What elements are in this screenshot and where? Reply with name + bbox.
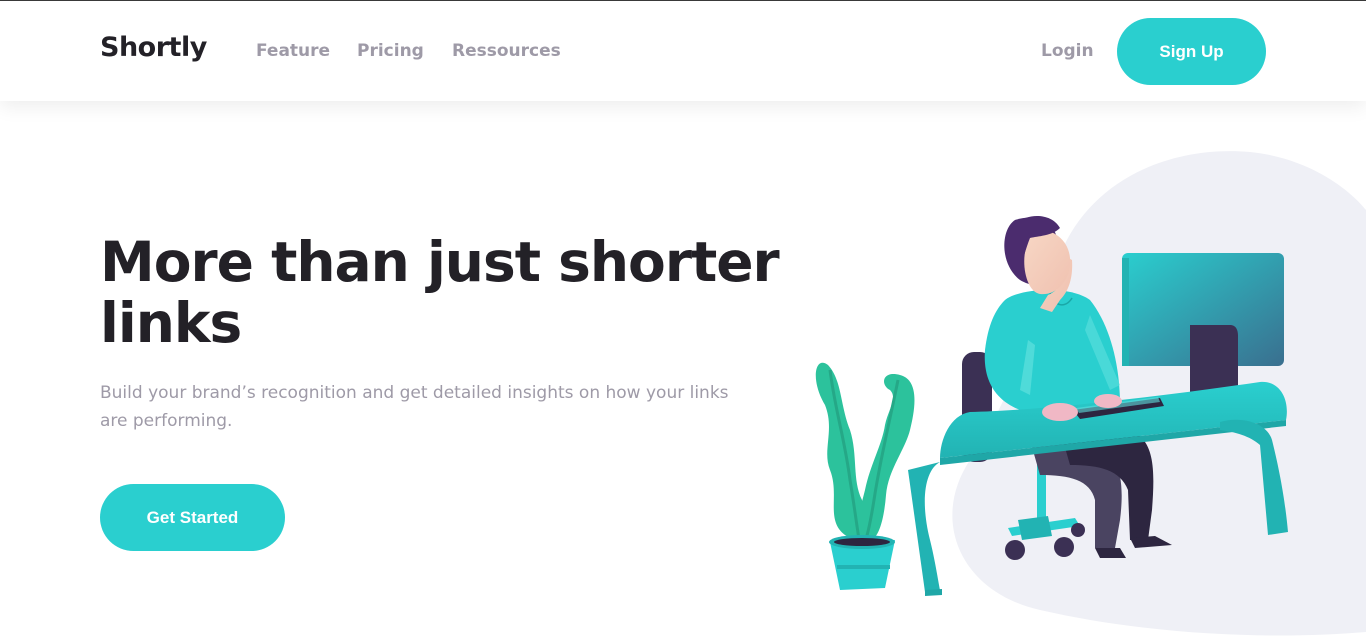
nav-link-pricing[interactable]: Pricing [357, 41, 424, 61]
signup-button[interactable]: Sign Up [1117, 18, 1266, 85]
nav-link-resources[interactable]: Ressources [452, 41, 561, 61]
logo[interactable]: Shortly [100, 32, 207, 63]
hero-subtitle: Build your brand’s recognition and get d… [100, 383, 729, 431]
hero-title: More than just shorter links [100, 230, 780, 355]
potted-plant [815, 362, 915, 590]
working-illustration [815, 151, 1366, 636]
get-started-button[interactable]: Get Started [100, 484, 285, 551]
site-header: Shortly Feature Pricing Ressources Login… [0, 1, 1366, 101]
nav-link-feature[interactable]: Feature [256, 41, 330, 61]
login-link[interactable]: Login [1041, 41, 1094, 61]
